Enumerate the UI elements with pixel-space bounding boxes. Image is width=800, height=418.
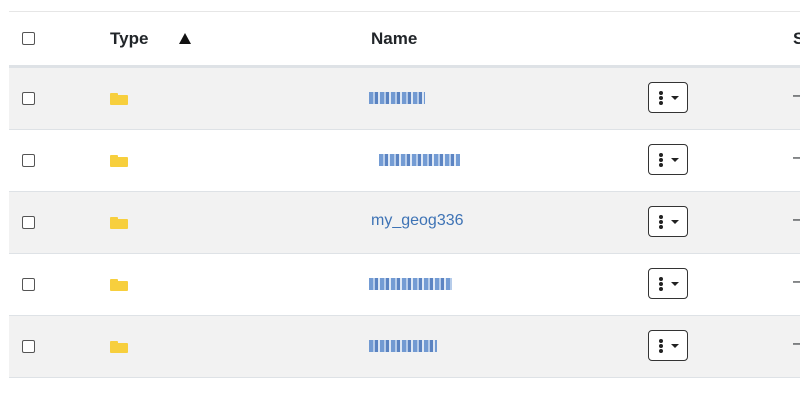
table-header: Type Name S — [9, 12, 800, 68]
row-checkbox[interactable] — [22, 216, 35, 229]
caret-down-icon — [671, 344, 679, 348]
redacted-folder-name[interactable] — [379, 154, 460, 166]
size-cell: – — [793, 211, 800, 229]
size-cell: – — [793, 87, 800, 105]
caret-down-icon — [671, 96, 679, 100]
caret-down-icon — [671, 158, 679, 162]
row-actions-button[interactable] — [648, 144, 688, 175]
folder-icon — [110, 93, 128, 105]
caret-down-icon — [671, 282, 679, 286]
kebab-icon — [659, 153, 663, 167]
folder-icon — [110, 217, 128, 229]
row-checkbox[interactable] — [22, 154, 35, 167]
row-checkbox[interactable] — [22, 340, 35, 353]
caret-down-icon — [671, 220, 679, 224]
redacted-folder-name[interactable] — [369, 340, 437, 352]
table-row[interactable]: – — [9, 254, 800, 316]
table-row[interactable]: my_geog336 – — [9, 192, 800, 254]
table-row[interactable]: – — [9, 316, 800, 378]
folder-icon — [110, 279, 128, 291]
sort-ascending-icon[interactable] — [179, 33, 191, 44]
size-column-header[interactable]: S — [793, 29, 800, 49]
row-actions-button[interactable] — [648, 268, 688, 299]
kebab-icon — [659, 91, 663, 105]
size-cell: – — [793, 273, 800, 291]
kebab-icon — [659, 277, 663, 291]
kebab-icon — [659, 339, 663, 353]
file-table: Type Name S – – my_geog336 – – – — [9, 11, 800, 378]
row-checkbox[interactable] — [22, 278, 35, 291]
select-all-checkbox[interactable] — [22, 32, 35, 45]
size-cell: – — [793, 335, 800, 353]
folder-icon — [110, 341, 128, 353]
folder-name-link[interactable]: my_geog336 — [371, 212, 464, 230]
redacted-folder-name[interactable] — [369, 278, 452, 290]
table-row[interactable]: – — [9, 130, 800, 192]
folder-icon — [110, 155, 128, 167]
name-column-header[interactable]: Name — [371, 29, 417, 49]
size-cell: – — [793, 149, 800, 167]
redacted-folder-name[interactable] — [369, 92, 425, 104]
type-column-header[interactable]: Type — [110, 29, 148, 49]
row-checkbox[interactable] — [22, 92, 35, 105]
kebab-icon — [659, 215, 663, 229]
row-actions-button[interactable] — [648, 82, 688, 113]
row-actions-button[interactable] — [648, 206, 688, 237]
row-actions-button[interactable] — [648, 330, 688, 361]
table-row[interactable]: – — [9, 68, 800, 130]
